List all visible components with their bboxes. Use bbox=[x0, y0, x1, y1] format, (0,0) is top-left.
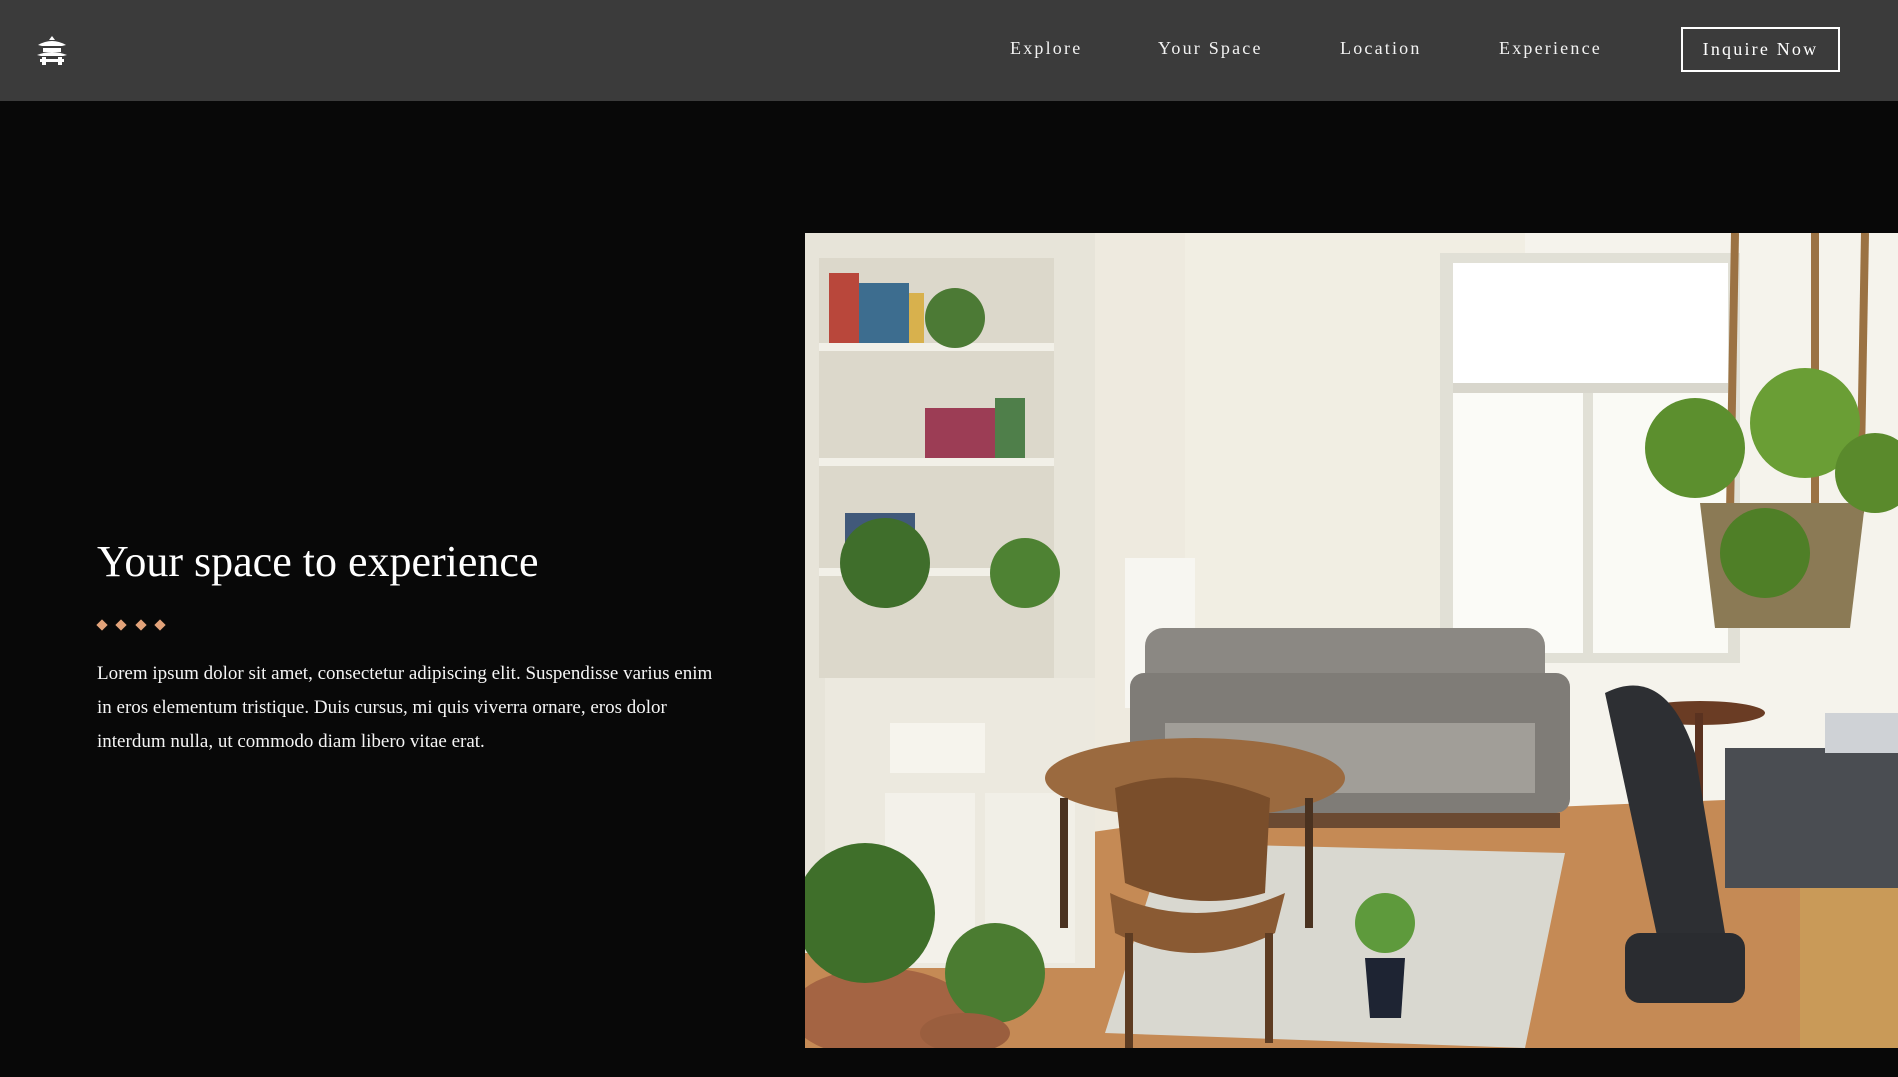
nav-link-explore[interactable]: Explore bbox=[1010, 38, 1082, 59]
living-room-photo bbox=[805, 233, 1898, 1048]
hero-description: Lorem ipsum dolor sit amet, consectetur … bbox=[97, 663, 713, 752]
hero-title: Your space to experience bbox=[97, 537, 539, 586]
nav-link-location[interactable]: Location bbox=[1340, 38, 1422, 59]
page: Explore Your Space Location Experience I… bbox=[0, 0, 1898, 1077]
nav-link-your-space[interactable]: Your Space bbox=[1158, 38, 1263, 59]
hero-content: Your space to experience Lorem ipsum dol… bbox=[96, 532, 717, 752]
inquire-now-button[interactable]: Inquire Now bbox=[1681, 27, 1840, 72]
nav-link-experience[interactable]: Experience bbox=[1499, 38, 1602, 59]
diamond-divider-icon bbox=[96, 618, 177, 634]
navbar: Explore Your Space Location Experience I… bbox=[0, 0, 1898, 101]
main-nav: Explore Your Space Location Experience bbox=[0, 0, 1898, 101]
